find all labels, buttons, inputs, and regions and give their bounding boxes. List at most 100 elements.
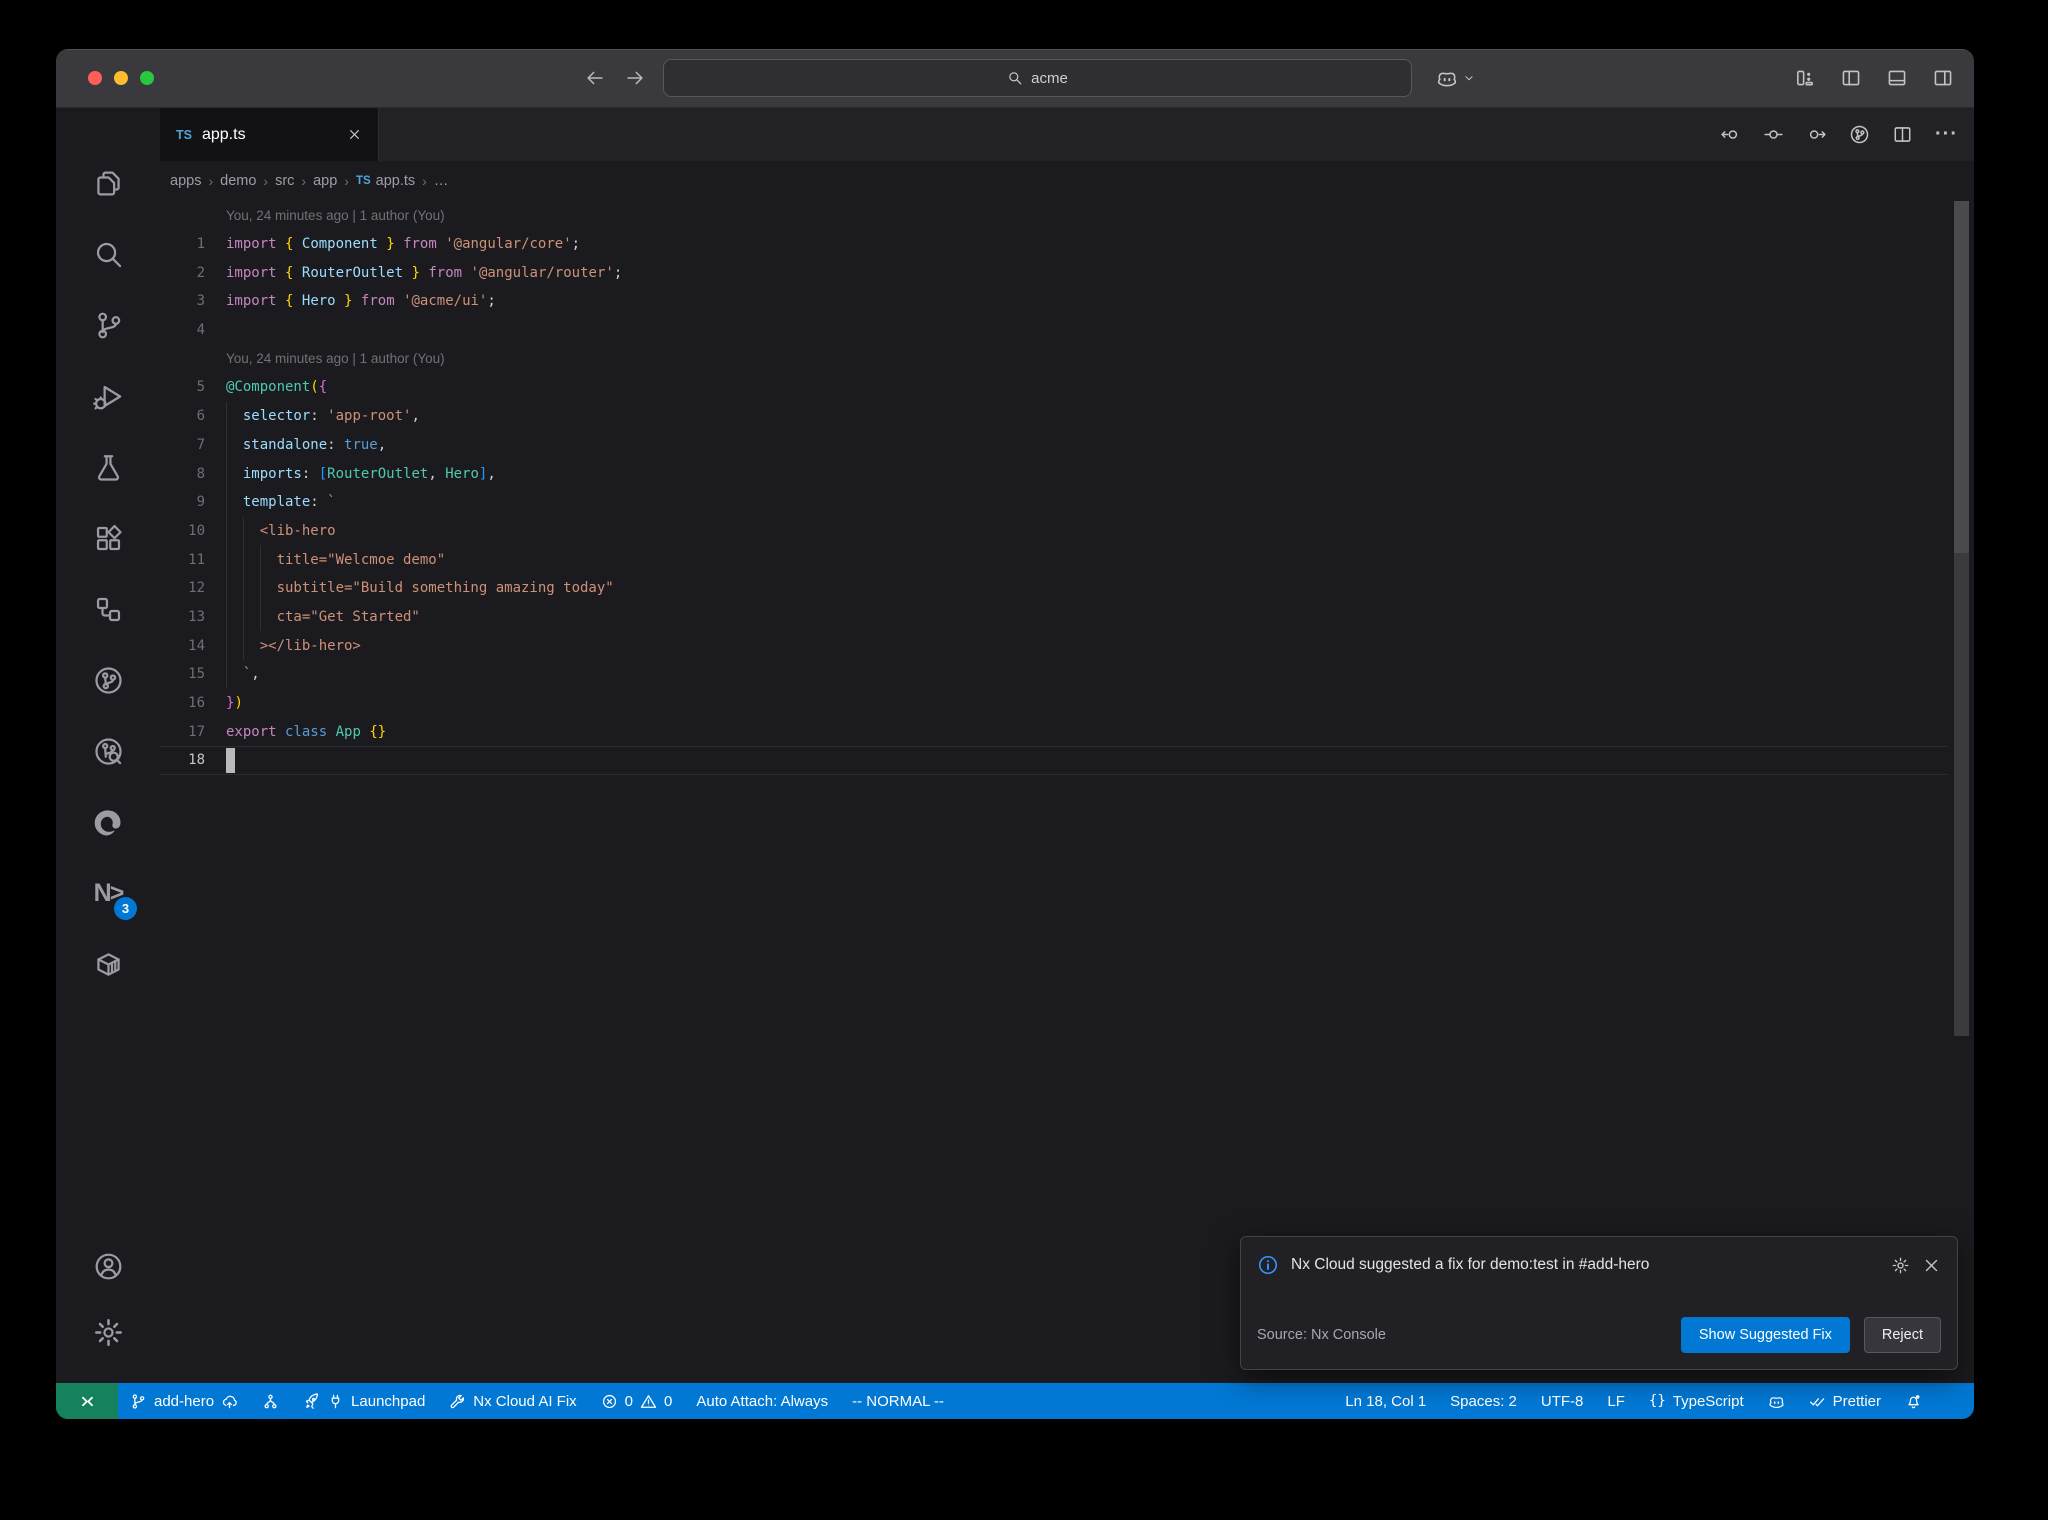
open-next-change-icon[interactable] — [1806, 124, 1827, 145]
activity-item-accounts[interactable] — [56, 1233, 160, 1299]
breadcrumb-separator: › — [301, 173, 307, 189]
code-line-14[interactable]: 14 ></lib-hero> — [160, 631, 1948, 660]
prettier-item-icon — [1809, 1393, 1826, 1410]
activity-item-gitlens-inspect[interactable] — [56, 716, 160, 787]
nx-cloud-ai-fix-item-icon — [449, 1393, 466, 1410]
breadcrumb-item[interactable]: TS app.ts — [356, 173, 415, 189]
open-previous-change-icon[interactable] — [1720, 124, 1741, 145]
activity-item-type-hierarchy[interactable] — [56, 574, 160, 645]
launchpad-item-icon — [303, 1392, 320, 1410]
close-window-button[interactable] — [88, 71, 102, 85]
activity-item-explorer[interactable] — [56, 148, 160, 219]
prettier-item[interactable]: Prettier — [1797, 1383, 1893, 1419]
line-number: 8 — [196, 465, 205, 482]
breadcrumb-item[interactable]: apps — [170, 173, 201, 189]
tab-app-ts[interactable]: TS app.ts — [160, 108, 379, 161]
activity-item-source-control[interactable] — [56, 290, 160, 361]
code-line-15[interactable]: 15 `, — [160, 660, 1948, 689]
notification-settings-icon[interactable] — [1891, 1256, 1910, 1275]
activity-item-gitlens[interactable] — [56, 645, 160, 716]
split-editor-icon[interactable] — [1892, 124, 1913, 145]
scrollbar-thumb[interactable] — [1954, 201, 1969, 553]
code-line-18[interactable]: 18 — [160, 746, 1948, 775]
activity-item-edge-tools[interactable] — [56, 787, 160, 858]
indentation-item[interactable]: Spaces: 2 — [1438, 1383, 1529, 1419]
commit-graph-item[interactable] — [250, 1383, 291, 1419]
customize-layout-icon[interactable] — [1794, 67, 1816, 89]
code-line-13[interactable]: 13 cta="Get Started" — [160, 602, 1948, 632]
code-line-9[interactable]: 9 template: ` — [160, 487, 1948, 517]
line-number: 15 — [188, 666, 205, 683]
code-text: template: ` — [242, 494, 336, 511]
activity-item-search[interactable] — [56, 219, 160, 290]
copilot-item[interactable] — [1756, 1383, 1797, 1419]
command-center-search[interactable]: acme — [663, 59, 1412, 97]
launchpad-item[interactable]: Launchpad — [291, 1383, 437, 1419]
branch-item[interactable]: add-hero — [118, 1383, 250, 1419]
go-forward-icon[interactable] — [624, 67, 646, 89]
gitlens-file-annotations-icon[interactable] — [1849, 124, 1870, 145]
minimize-window-button[interactable] — [114, 71, 128, 85]
toggle-primary-sidebar-icon[interactable] — [1840, 67, 1862, 89]
code-line-4[interactable]: 4 — [160, 316, 1948, 345]
eol-item[interactable]: LF — [1595, 1383, 1637, 1419]
code-line-10[interactable]: 10 <lib-hero — [160, 516, 1948, 546]
activity-item-run-and-debug[interactable] — [56, 361, 160, 432]
scrollbar-track-shade — [1954, 553, 1969, 1036]
copilot-menu[interactable] — [1436, 49, 1476, 107]
status-bar: add-hero Launchpad Nx Cloud AI Fix 0 0 Auto A… — [56, 1383, 1974, 1419]
screenshot-stage: acme N> 3 TS app.ts ··· apps › demo › sr… — [0, 0, 2048, 1520]
code-line-3[interactable]: 3 import { Hero } from '@acme/ui'; — [160, 287, 1948, 316]
code-line-2[interactable]: 2 import { RouterOutlet } from '@angular/… — [160, 258, 1948, 287]
vscode-window: acme N> 3 TS app.ts ··· apps › demo › sr… — [56, 49, 1974, 1419]
close-tab-icon[interactable] — [347, 127, 362, 142]
indent-guide — [226, 660, 227, 689]
activity-item-manage-settings[interactable] — [56, 1299, 160, 1365]
breadcrumb-item[interactable]: src — [275, 173, 294, 189]
code-line-11[interactable]: 11 title="Welcmoe demo" — [160, 545, 1948, 574]
code-line-8[interactable]: 8 imports: [RouterOutlet, Hero], — [160, 459, 1948, 488]
breadcrumb-item[interactable]: app — [313, 173, 337, 189]
code-editor[interactable]: You, 24 minutes ago | 1 author (You) 1 imp… — [160, 201, 1974, 1383]
traffic-lights — [88, 49, 154, 107]
reject-button[interactable]: Reject — [1863, 1317, 1941, 1353]
activity-item-testing[interactable] — [56, 432, 160, 503]
breadcrumb-separator: › — [422, 173, 427, 189]
remote-indicator[interactable] — [56, 1383, 118, 1419]
toggle-secondary-sidebar-icon[interactable] — [1932, 67, 1954, 89]
code-text: import { RouterOutlet } from '@angular/r… — [226, 264, 623, 281]
notification-close-icon[interactable] — [1922, 1256, 1941, 1275]
encoding-item[interactable]: UTF-8 — [1529, 1383, 1596, 1419]
code-line-12[interactable]: 12 subtitle="Build something amazing tod… — [160, 573, 1948, 603]
notifications-item[interactable] — [1893, 1383, 1934, 1419]
code-line-5[interactable]: 5 @Component({ — [160, 373, 1948, 402]
code-line-6[interactable]: 6 selector: 'app-root', — [160, 401, 1948, 431]
problems-item[interactable]: 00 — [589, 1383, 685, 1419]
line-number: 13 — [188, 608, 205, 625]
toggle-panel-icon[interactable] — [1886, 67, 1908, 89]
open-changes-icon[interactable] — [1763, 124, 1784, 145]
branch-item-icon — [221, 1393, 238, 1410]
code-line-17[interactable]: 17 export class App {} — [160, 717, 1948, 746]
notification-toast: Nx Cloud suggested a fix for demo:test i… — [1240, 1236, 1958, 1370]
code-line-1[interactable]: 1 import { Component } from '@angular/cor… — [160, 230, 1948, 259]
nx-cloud-ai-fix-item[interactable]: Nx Cloud AI Fix — [437, 1383, 588, 1419]
more-actions-icon[interactable]: ··· — [1935, 123, 1958, 146]
vim-mode-item[interactable]: -- NORMAL -- — [840, 1383, 956, 1419]
zoom-window-button[interactable] — [140, 71, 154, 85]
code-line-7[interactable]: 7 standalone: true, — [160, 430, 1948, 460]
cursor-position-item[interactable]: Ln 18, Col 1 — [1333, 1383, 1438, 1419]
editor-actions: ··· — [1720, 108, 1974, 161]
breadcrumb-item[interactable]: … — [434, 173, 449, 189]
language-mode-item[interactable]: {} TypeScript — [1637, 1383, 1756, 1419]
go-back-icon[interactable] — [584, 67, 606, 89]
breadcrumb-separator: › — [344, 173, 349, 189]
activity-item-containers[interactable] — [56, 929, 160, 1000]
activity-item-extensions[interactable] — [56, 503, 160, 574]
gitlens-blame-text: You, 24 minutes ago | 1 author (You) — [226, 207, 445, 223]
auto-attach-item[interactable]: Auto Attach: Always — [684, 1383, 840, 1419]
show-suggested-fix-button[interactable]: Show Suggested Fix — [1680, 1317, 1850, 1353]
activity-item-nx-console[interactable]: N> 3 — [56, 858, 160, 929]
code-line-16[interactable]: 16}) — [160, 689, 1948, 718]
breadcrumb-item[interactable]: demo — [220, 173, 256, 189]
